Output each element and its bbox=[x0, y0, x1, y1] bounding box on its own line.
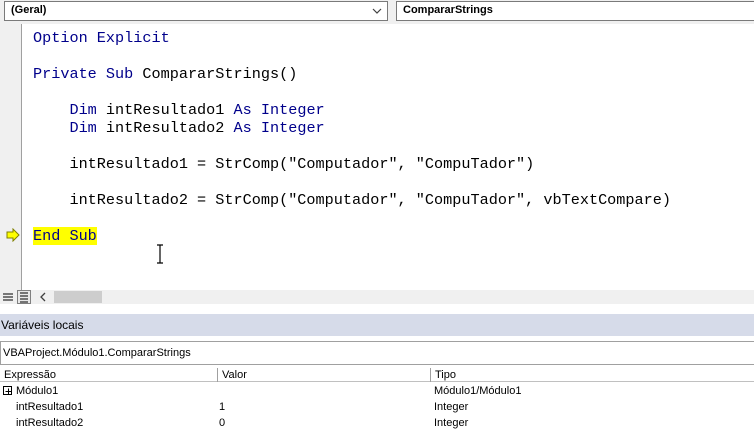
value-cell: 0 bbox=[219, 417, 226, 429]
code-text: intResultado2 = StrComp("Computador", "C… bbox=[33, 191, 671, 209]
code-keyword: End Sub bbox=[33, 227, 97, 245]
code-text: intResultado1 bbox=[105, 101, 234, 119]
margin-indicator-bar[interactable] bbox=[0, 24, 22, 290]
code-line[interactable]: intResultado1 = StrComp("Computador", "C… bbox=[33, 155, 534, 173]
code-keyword: As Integer bbox=[233, 101, 325, 119]
text-cursor-icon bbox=[157, 244, 163, 264]
locals-context: VBAProject.Módulo1.CompararStrings bbox=[0, 341, 754, 365]
procedure-toolbar: (Geral) CompararStrings bbox=[0, 0, 754, 24]
type-cell: Módulo1/Módulo1 bbox=[434, 385, 522, 397]
locals-header: Expressão Valor Tipo bbox=[0, 368, 754, 382]
code-keyword: Dim bbox=[33, 119, 106, 137]
horizontal-scrollbar-thumb[interactable] bbox=[54, 291, 102, 303]
table-row[interactable]: intResultado1 1 Integer bbox=[0, 399, 754, 415]
expand-plus-icon[interactable] bbox=[3, 386, 12, 395]
code-text: intResultado2 bbox=[105, 119, 234, 137]
scroll-left-icon[interactable] bbox=[38, 292, 48, 302]
type-cell: Integer bbox=[434, 401, 469, 413]
code-editor[interactable]: Option Explicit Private Sub CompararStrin… bbox=[22, 24, 754, 290]
code-text: intResultado1 = StrComp("Computador", "C… bbox=[33, 155, 535, 173]
locals-window-title: Variáveis locais bbox=[0, 314, 754, 336]
code-line[interactable]: Option Explicit bbox=[33, 29, 170, 47]
code-keyword: Option Explicit bbox=[33, 29, 170, 47]
expression-cell: intResultado2 bbox=[16, 417, 84, 429]
type-cell: Integer bbox=[434, 417, 469, 429]
expression-cell: Módulo1 bbox=[16, 385, 59, 397]
procedure-combo-value: CompararStrings bbox=[403, 4, 493, 16]
code-line[interactable]: intResultado2 = StrComp("Computador", "C… bbox=[33, 191, 671, 209]
code-keyword: Dim bbox=[33, 101, 106, 119]
code-line[interactable]: Dim intResultado1 As Integer bbox=[33, 101, 325, 119]
chevron-down-icon bbox=[372, 8, 382, 14]
code-text: CompararStrings() bbox=[142, 65, 298, 83]
code-keyword: Private Sub bbox=[33, 65, 143, 83]
code-keyword: As Integer bbox=[233, 119, 325, 137]
execution-pointer-icon bbox=[6, 228, 20, 242]
table-row[interactable]: intResultado2 0 Integer bbox=[0, 415, 754, 431]
table-row[interactable]: Módulo1 Módulo1/Módulo1 bbox=[0, 383, 754, 399]
column-header-type[interactable]: Tipo bbox=[431, 368, 754, 382]
object-combo[interactable]: (Geral) bbox=[4, 1, 388, 21]
column-header-expression[interactable]: Expressão bbox=[0, 368, 218, 382]
code-line[interactable]: Private Sub CompararStrings() bbox=[33, 65, 297, 83]
value-cell: 1 bbox=[219, 401, 226, 413]
object-combo-value: (Geral) bbox=[11, 4, 47, 16]
code-scroll-strip bbox=[0, 290, 754, 304]
code-line[interactable]: Dim intResultado2 As Integer bbox=[33, 119, 325, 137]
code-line[interactable]: End Sub bbox=[33, 227, 97, 245]
procedure-view-icon[interactable] bbox=[2, 291, 14, 303]
procedure-combo[interactable]: CompararStrings bbox=[396, 1, 754, 21]
expression-cell: intResultado1 bbox=[16, 401, 84, 413]
column-header-value[interactable]: Valor bbox=[218, 368, 431, 382]
full-module-view-icon[interactable] bbox=[17, 290, 31, 304]
